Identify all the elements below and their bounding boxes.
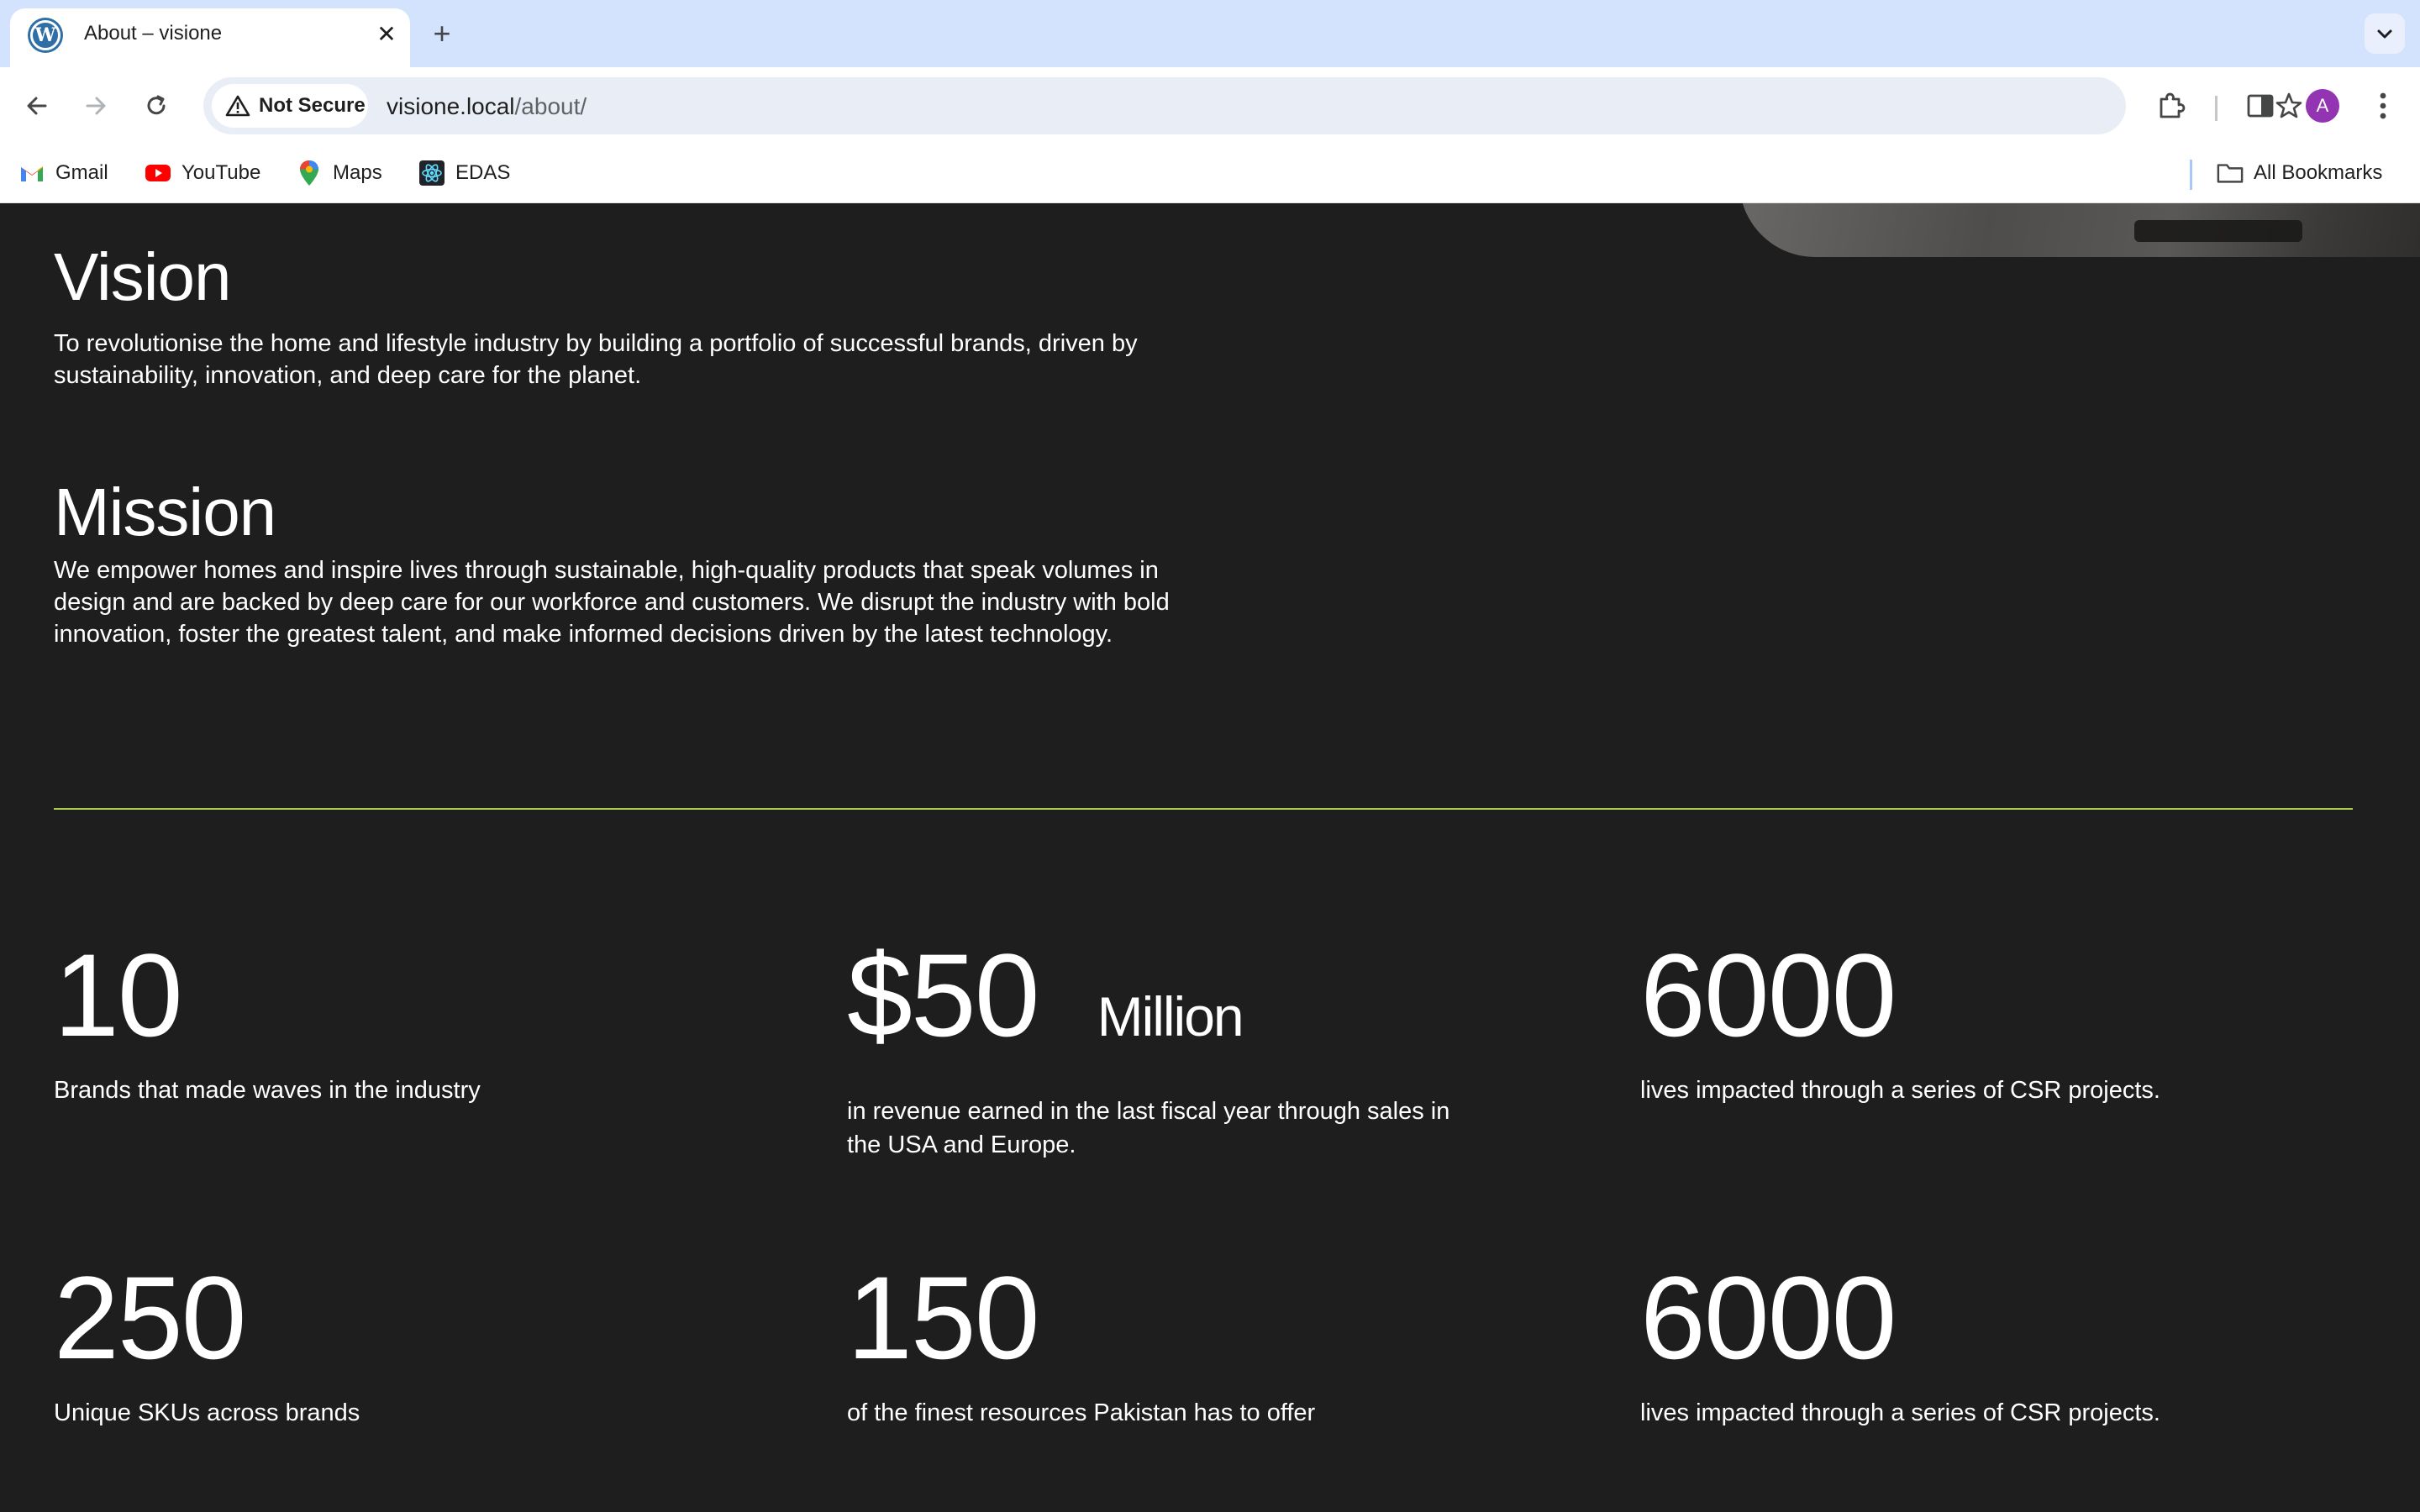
bookmark-gmail[interactable]: Gmail bbox=[18, 156, 108, 190]
stat-description: of the finest resources Pakistan has to … bbox=[847, 1399, 1316, 1426]
warning-icon bbox=[225, 95, 250, 117]
vision-text: To revolutionise the home and lifestyle … bbox=[54, 330, 1138, 389]
stat-description: lives impacted through a series of CSR p… bbox=[1640, 1399, 2160, 1426]
chrome-menu-button[interactable] bbox=[2360, 82, 2407, 129]
browser-tab[interactable]: W About – visione ✕ bbox=[10, 8, 410, 67]
url-path: /about/ bbox=[514, 93, 587, 119]
stat-revenue: $50 Million in revenue earned in the last… bbox=[847, 932, 1469, 1162]
bookmark-youtube[interactable]: YouTube bbox=[145, 156, 260, 190]
tab-title: About – visione bbox=[84, 22, 223, 45]
puzzle-icon bbox=[2160, 92, 2186, 118]
security-label: Not Secure bbox=[259, 94, 366, 117]
address-bar[interactable]: Not Secure visione.local/about/ bbox=[203, 77, 2302, 134]
wordpress-icon: W bbox=[30, 20, 60, 50]
tab-search-button[interactable] bbox=[2365, 13, 2405, 54]
stat-lives-impacted-2: 6000 lives impacted through a series of … bbox=[1640, 1255, 2262, 1430]
tab-strip: W About – visione ✕ + bbox=[0, 0, 2420, 67]
new-tab-button[interactable]: + bbox=[425, 16, 459, 50]
bookmarks-bar: Gmail YouTube Maps EDAS All Bookmarks bbox=[0, 144, 2420, 203]
url-text[interactable]: visione.local/about/ bbox=[387, 93, 587, 120]
browser-toolbar: Not Secure visione.local/about/ bbox=[0, 67, 2420, 144]
all-bookmarks-button[interactable]: All Bookmarks bbox=[2217, 156, 2382, 190]
stat-value: 10 bbox=[54, 929, 183, 1061]
stat-unit: Million bbox=[1097, 985, 1244, 1047]
extensions-button[interactable] bbox=[2148, 82, 2195, 129]
url-host: visione.local bbox=[387, 93, 515, 119]
more-vert-icon bbox=[2380, 92, 2386, 119]
stat-value: 6000 bbox=[1640, 929, 1897, 1061]
arrow-right-icon bbox=[86, 97, 106, 115]
hero-image-detail bbox=[2134, 220, 2302, 242]
page-content: Vision To revolutionise the home and lif… bbox=[0, 203, 2420, 1512]
edas-icon bbox=[418, 160, 445, 186]
stat-description: Unique SKUs across brands bbox=[54, 1399, 360, 1426]
back-button[interactable] bbox=[13, 82, 60, 129]
bookmark-label: EDAS bbox=[455, 161, 511, 184]
forward-button[interactable] bbox=[72, 82, 119, 129]
close-tab-icon[interactable]: ✕ bbox=[370, 17, 403, 50]
arrow-left-icon bbox=[27, 97, 47, 115]
stat-lives-impacted: 6000 lives impacted through a series of … bbox=[1640, 932, 2262, 1107]
stat-skus: 250 Unique SKUs across brands bbox=[54, 1255, 676, 1430]
stat-value: 250 bbox=[54, 1252, 247, 1383]
youtube-icon bbox=[145, 160, 171, 186]
stat-value: 6000 bbox=[1640, 1252, 1897, 1383]
bookmark-maps[interactable]: Maps bbox=[296, 156, 382, 190]
stat-value-row: $50 Million bbox=[847, 932, 1469, 1079]
profile-avatar[interactable]: A bbox=[2306, 89, 2339, 123]
side-panel-icon bbox=[2247, 94, 2274, 118]
bookmark-label: Maps bbox=[333, 161, 382, 184]
stat-description: Brands that made waves in the industry bbox=[54, 1077, 481, 1104]
side-panel-button[interactable] bbox=[2237, 82, 2284, 129]
reload-icon bbox=[147, 95, 166, 115]
section-divider bbox=[54, 808, 2353, 810]
stat-resources: 150 of the finest resources Pakistan has… bbox=[847, 1255, 1469, 1430]
chevron-down-icon bbox=[2377, 29, 2392, 39]
stat-brands: 10 Brands that made waves in the industr… bbox=[54, 932, 676, 1107]
maps-icon bbox=[296, 160, 323, 186]
reload-button[interactable] bbox=[133, 82, 180, 129]
security-chip[interactable]: Not Secure bbox=[212, 84, 368, 128]
mission-text: We empower homes and inspire lives throu… bbox=[54, 557, 1170, 648]
bookmark-label: YouTube bbox=[182, 161, 261, 184]
stat-value: $50 bbox=[847, 929, 1040, 1061]
stat-description: in revenue earned in the last fiscal yea… bbox=[847, 1098, 1450, 1158]
folder-icon bbox=[2217, 160, 2244, 186]
mission-heading: Mission bbox=[54, 475, 276, 549]
bookmarks-divider bbox=[2190, 160, 2192, 190]
stat-description: lives impacted through a series of CSR p… bbox=[1640, 1077, 2160, 1104]
toolbar-divider bbox=[2215, 96, 2217, 121]
bookmark-edas[interactable]: EDAS bbox=[418, 156, 510, 190]
gmail-icon bbox=[18, 160, 45, 186]
stat-value: 150 bbox=[847, 1252, 1040, 1383]
all-bookmarks-label: All Bookmarks bbox=[2254, 161, 2383, 184]
hero-image bbox=[1739, 203, 2420, 257]
bookmark-label: Gmail bbox=[55, 161, 108, 184]
vision-heading: Vision bbox=[54, 239, 231, 314]
